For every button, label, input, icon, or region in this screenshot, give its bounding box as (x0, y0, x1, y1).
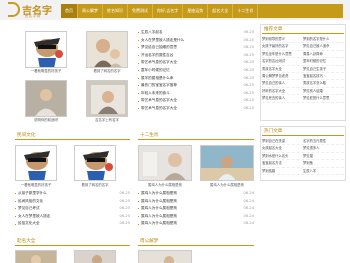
article-list: 属鸡人为什么属相是狗 06-24 属鸡人为什么属相是狗 06-24 属鸡人为什么属相… (138, 190, 254, 228)
article-list: 从孩子那里学什么 06-25 民间风俗的文化 06-25 梦见自己考试 06-25 女… (15, 190, 130, 228)
photo-thumbnail[interactable] (25, 80, 67, 117)
list-item[interactable]: 从孩子那里学什么 06-25 (15, 190, 130, 198)
list-item[interactable]: 童年小时候的记忆 06-25 (138, 67, 254, 75)
list-item[interactable]: 带艺术气息的名字大全 06-25 (138, 105, 254, 113)
thumbnail-caption[interactable]: 一看就明显的好孩子 (25, 68, 67, 73)
thumbnail-caption[interactable]: 说明你的前途呀 (25, 117, 67, 122)
list-item[interactable]: 周公解梦梦见老虎 宝宝起名技巧 (262, 73, 344, 81)
list-item[interactable]: 属鸡人为什么属相是狗 06-24 (138, 198, 254, 206)
list-item[interactable]: 属鸡人为什么属相是狗 06-24 (138, 220, 254, 228)
list-item[interactable]: 带艺术气息的名字大全 06-25 (138, 97, 254, 105)
main-nav: 首页 周公解梦 姓名知识 免费测试 你好,吉名字 星座运势 起名大全 十二生肖 (61, 4, 343, 18)
list-item[interactable]: 开运名字的属性吉凶 06-25 (138, 52, 254, 60)
list-item[interactable]: 属羊的属相是什么命 06-25 (138, 75, 254, 83)
section-title[interactable]: 民间文化 (15, 131, 130, 140)
photo-thumbnail[interactable] (86, 80, 128, 117)
sidebar-title: 热门文章 (262, 127, 344, 136)
thumbnail-caption[interactable]: 看到了网名的名字 (74, 182, 116, 187)
list-item[interactable]: 梦见坐车是什么意思 周易八卦算命 (262, 51, 344, 59)
list-item[interactable]: 带艺术气息的名字大全 06-25 (138, 59, 254, 67)
list-item[interactable]: 梦见自己考试 06-25 (15, 205, 130, 213)
site-logo[interactable]: 吉名字 吉名字网 (8, 2, 68, 19)
thumbnail-caption[interactable]: 吉名字上有名字 (86, 117, 128, 122)
logo-mark (8, 2, 20, 17)
header: 吉名字 吉名字网 首页 周公解梦 姓名知识 免费测试 你好,吉名字 星座运势 起… (0, 0, 350, 20)
nav-item[interactable]: 你好,吉名字 (153, 4, 184, 18)
popular-list: 梦到自己在洗澡 名字的五行属性 女孩起名大全 梦见很多人 梦到水是什么兆头 梦见猫 宝… (262, 138, 344, 175)
list-item[interactable]: 宝宝起名方法 梦到鱼 (262, 160, 344, 168)
nav-item[interactable]: 周公解梦 (78, 4, 103, 18)
photo-thumbnail[interactable] (200, 145, 254, 181)
nav-item[interactable]: 星座运势 (183, 4, 209, 18)
list-item[interactable]: 梦见给自己抽烟的意思 06-25 (138, 44, 254, 52)
thumbnail-caption[interactable]: 一看就明显的好孩子 (15, 182, 57, 187)
list-item[interactable]: 属鸡人为什么属相是狗 06-24 (138, 190, 254, 198)
list-item[interactable]: 女孩子最好的名字 梦见自己被人追杀 (262, 43, 344, 51)
nav-item[interactable]: 首页 (61, 4, 78, 18)
list-item[interactable]: 女人在梦里被人掳走是什么 06-25 (138, 37, 254, 45)
nav-item[interactable]: 起名大全 (208, 4, 234, 18)
thumbnail-caption[interactable]: 属鸡人为什么属相是狗 (200, 182, 254, 187)
list-item[interactable]: 梦到领导的意义 梦到的名字是什么 (262, 36, 344, 44)
section-title[interactable]: 起名大全 (15, 237, 130, 246)
list-item[interactable]: 民间风俗的文化 06-25 (15, 198, 130, 206)
nav-item[interactable]: 免费测试 (128, 4, 153, 18)
list-item[interactable]: 梦到结婚 生辰八字 (262, 168, 344, 175)
list-item[interactable]: 女孩起名大全 梦见很多人 (262, 145, 344, 153)
photo-thumbnail[interactable] (74, 250, 116, 263)
sidebar-title: 推荐文章 (262, 25, 344, 34)
cartoon-thumbnail[interactable] (25, 31, 67, 68)
list-item[interactable]: 名字的吉凶测试 童年时候的记忆 (262, 58, 344, 66)
thumbnail-caption[interactable]: 属鸡人为什么属相是狗 (138, 182, 192, 187)
nav-item[interactable]: 姓名知识 (103, 4, 128, 18)
list-item[interactable]: 男孩名字大全 梦见自己生孩子 (262, 66, 344, 73)
photo-thumbnail[interactable] (138, 145, 192, 181)
cartoon-thumbnail[interactable] (15, 145, 57, 181)
list-item[interactable]: 最热门的宝宝名字推荐 06-25 (138, 82, 254, 90)
list-item[interactable]: 梦见自己的亲人 男孩名字怎么取 (262, 80, 344, 88)
list-item[interactable]: 生辰八字起名 06-25 (138, 29, 254, 37)
list-item[interactable]: 好听的名字大全 梦见别人结婚 (262, 88, 344, 96)
list-item[interactable]: 女人在梦里被人掳走 06-25 (15, 213, 130, 221)
photo-thumbnail[interactable] (138, 250, 192, 263)
list-item[interactable]: 梦到自己在洗澡 名字的五行属性 (262, 138, 344, 146)
photo-thumbnail[interactable] (86, 31, 128, 68)
section-title[interactable]: 十二生肖 (138, 131, 254, 140)
list-item[interactable]: 属鸡人为什么属相是狗 06-24 (138, 205, 254, 213)
photo-thumbnail[interactable] (15, 250, 57, 263)
list-item[interactable]: 属鸡人为什么属相是狗 06-24 (138, 213, 254, 221)
article-list: 生辰八字起名 06-25 女人在梦里被人掳走是什么 06-25 梦见给自己抽烟的意思… (138, 29, 254, 113)
section-title[interactable]: 周公解梦 (138, 237, 254, 246)
nav-item[interactable]: 十二生肖 (233, 4, 259, 18)
logo-subtitle: 吉名字网 (25, 14, 42, 18)
list-item[interactable]: 民俗文化大全 06-25 (15, 220, 130, 228)
list-item[interactable]: 梦到水是什么兆头 梦见猫 (262, 153, 344, 161)
cartoon-thumbnail[interactable] (74, 145, 116, 181)
list-item[interactable]: 梦见死去的亲人 梦见蛇是什么意思 (262, 95, 344, 103)
recommended-list: 梦到领导的意义 梦到的名字是什么 女孩子最好的名字 梦见自己被人追杀 梦见坐车是什么… (262, 36, 344, 103)
thumbnail-caption[interactable]: 看到了网名的名字 (86, 68, 128, 73)
list-item[interactable]: 年轻人未来的奋斗 06-25 (138, 90, 254, 98)
